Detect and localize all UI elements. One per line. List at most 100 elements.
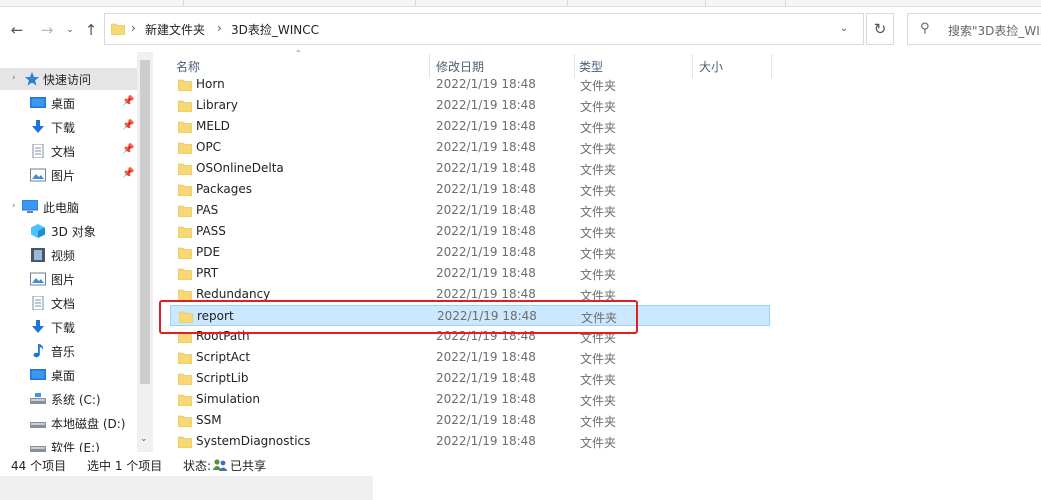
breadcrumb-item[interactable]: 3D表捡_WINCC bbox=[231, 21, 319, 38]
folder-icon bbox=[178, 204, 192, 217]
file-type: 文件夹 bbox=[580, 352, 617, 366]
sidebar-item-pictures[interactable]: 图片 📌 bbox=[0, 164, 137, 186]
file-row[interactable]: PAS 2022/1/19 18:48 文件夹 bbox=[170, 200, 770, 221]
file-name: PDE bbox=[196, 245, 221, 259]
sidebar-item-label: 音乐 bbox=[51, 345, 76, 359]
forward-arrow-icon[interactable]: → bbox=[37, 19, 57, 41]
folder-icon bbox=[178, 246, 192, 259]
file-name: Library bbox=[196, 98, 238, 112]
back-arrow-icon[interactable]: ← bbox=[7, 19, 27, 41]
file-type: 文件夹 bbox=[580, 100, 617, 114]
file-name: PAS bbox=[196, 203, 219, 217]
picture-icon bbox=[30, 272, 46, 286]
folder-icon bbox=[178, 99, 192, 112]
navigation-pane: › 快速访问 桌面 📌 下载 📌 文档 📌 图片 📌 › 此电脑 3D 对象 视… bbox=[0, 60, 153, 452]
pin-icon[interactable]: 📌 bbox=[122, 96, 134, 107]
address-bar[interactable]: › 新建文件夹 › 3D表捡_WINCC bbox=[104, 13, 864, 45]
file-row[interactable]: Library 2022/1/19 18:48 文件夹 bbox=[170, 95, 770, 116]
file-date: 2022/1/19 18:48 bbox=[436, 119, 536, 133]
folder-icon bbox=[178, 393, 192, 406]
file-row[interactable]: ScriptAct 2022/1/19 18:48 文件夹 bbox=[170, 347, 770, 368]
sidebar-item-desktop[interactable]: 桌面 📌 bbox=[0, 92, 137, 114]
sidebar-item-label: 桌面 bbox=[51, 369, 76, 383]
expander-icon[interactable]: › bbox=[12, 201, 16, 211]
column-header-label: 名称 bbox=[176, 60, 201, 74]
file-row[interactable]: PRT 2022/1/19 18:48 文件夹 bbox=[170, 263, 770, 284]
sidebar-item-downloads[interactable]: 下载 bbox=[0, 316, 137, 338]
file-row[interactable]: Simulation 2022/1/19 18:48 文件夹 bbox=[170, 389, 770, 410]
status-label: 状态: bbox=[183, 459, 212, 473]
file-row[interactable]: SSM 2022/1/19 18:48 文件夹 bbox=[170, 410, 770, 431]
ribbon-separator bbox=[785, 0, 786, 7]
sidebar-item-music[interactable]: 音乐 bbox=[0, 340, 137, 362]
file-row[interactable]: PDE 2022/1/19 18:48 文件夹 bbox=[170, 242, 770, 263]
folder-icon bbox=[178, 435, 192, 448]
file-row[interactable]: ScriptLib 2022/1/19 18:48 文件夹 bbox=[170, 368, 770, 389]
refresh-icon[interactable]: ↻ bbox=[866, 13, 894, 45]
sidebar-item-drive-d[interactable]: 本地磁盘 (D:) bbox=[0, 412, 137, 434]
file-type: 文件夹 bbox=[580, 79, 617, 93]
file-type: 文件夹 bbox=[580, 415, 617, 429]
sidebar-item-3d-objects[interactable]: 3D 对象 bbox=[0, 220, 137, 242]
sidebar-item-videos[interactable]: 视频 bbox=[0, 244, 137, 266]
breadcrumb-item[interactable]: 新建文件夹 bbox=[145, 21, 205, 38]
sidebar-item-drive-c[interactable]: 系统 (C:) bbox=[0, 388, 137, 410]
scroll-down-icon[interactable]: ⌄ bbox=[140, 434, 148, 444]
taskbar-fragment bbox=[0, 476, 373, 500]
file-row[interactable]: OSOnlineDelta 2022/1/19 18:48 文件夹 bbox=[170, 158, 770, 179]
file-name: ScriptAct bbox=[196, 350, 251, 364]
file-row[interactable]: SystemDiagnostics 2022/1/19 18:48 文件夹 bbox=[170, 431, 770, 452]
search-input[interactable]: ⚲ 搜索"3D表捡_WINCC" bbox=[907, 13, 1041, 45]
sidebar-item-documents[interactable]: 文档 bbox=[0, 292, 137, 314]
file-row[interactable]: OPC 2022/1/19 18:48 文件夹 bbox=[170, 137, 770, 158]
sidebar-item-this-pc[interactable]: › 此电脑 bbox=[0, 196, 137, 218]
up-arrow-icon[interactable]: ↑ bbox=[81, 19, 101, 41]
pin-icon[interactable]: 📌 bbox=[122, 144, 134, 155]
item-count: 44 个项目 bbox=[11, 459, 67, 473]
file-name: Simulation bbox=[196, 392, 260, 406]
file-name: PRT bbox=[196, 266, 219, 280]
sidebar-item-drive-e[interactable]: 软件 (E:) bbox=[0, 436, 137, 452]
breadcrumb-separator[interactable]: › bbox=[217, 21, 222, 35]
sidebar-item-pictures[interactable]: 图片 bbox=[0, 268, 137, 290]
column-header-label: 类型 bbox=[579, 60, 604, 74]
navigation-scrollbar[interactable]: ⌄ bbox=[137, 52, 153, 452]
sidebar-item-label: 下载 bbox=[51, 121, 76, 135]
column-divider[interactable] bbox=[771, 54, 772, 78]
ribbon-separator bbox=[567, 0, 568, 7]
sidebar-item-desktop[interactable]: 桌面 bbox=[0, 364, 137, 386]
chevron-down-icon[interactable]: ⌄ bbox=[60, 19, 80, 41]
selected-count: 选中 1 个项目 bbox=[87, 459, 163, 473]
file-name: Packages bbox=[196, 182, 252, 196]
drive-icon bbox=[30, 416, 46, 430]
sidebar-item-label: 视频 bbox=[51, 249, 76, 263]
file-name: SSM bbox=[196, 413, 222, 427]
breadcrumb-separator[interactable]: › bbox=[131, 21, 136, 35]
file-row[interactable]: MELD 2022/1/19 18:48 文件夹 bbox=[170, 116, 770, 137]
file-date: 2022/1/19 18:48 bbox=[436, 413, 536, 427]
file-type: 文件夹 bbox=[580, 373, 617, 387]
sidebar-item-label: 桌面 bbox=[51, 97, 76, 111]
file-row[interactable]: Packages 2022/1/19 18:48 文件夹 bbox=[170, 179, 770, 200]
sidebar-item-downloads[interactable]: 下载 📌 bbox=[0, 116, 137, 138]
address-dropdown-icon[interactable]: ⌄ bbox=[832, 15, 856, 43]
expander-icon[interactable]: › bbox=[12, 73, 16, 83]
file-name: ScriptLib bbox=[196, 371, 249, 385]
ribbon-separator bbox=[705, 0, 706, 7]
desktop-icon bbox=[30, 96, 46, 110]
folder-icon bbox=[178, 183, 192, 196]
file-row[interactable]: PASS 2022/1/19 18:48 文件夹 bbox=[170, 221, 770, 242]
pin-icon[interactable]: 📌 bbox=[122, 168, 134, 179]
sidebar-item-label: 3D 对象 bbox=[51, 225, 96, 239]
file-name: SystemDiagnostics bbox=[196, 434, 311, 448]
file-date: 2022/1/19 18:48 bbox=[436, 98, 536, 112]
file-row[interactable]: Horn 2022/1/19 18:48 文件夹 bbox=[170, 74, 770, 95]
computer-icon bbox=[22, 200, 38, 214]
scrollbar-thumb[interactable] bbox=[140, 60, 150, 384]
sidebar-item-quick-access[interactable]: › 快速访问 bbox=[0, 68, 137, 90]
sidebar-item-documents[interactable]: 文档 📌 bbox=[0, 140, 137, 162]
download-icon bbox=[30, 120, 46, 134]
sidebar-item-label: 本地磁盘 (D:) bbox=[51, 417, 126, 431]
document-icon bbox=[30, 296, 46, 310]
pin-icon[interactable]: 📌 bbox=[122, 120, 134, 131]
